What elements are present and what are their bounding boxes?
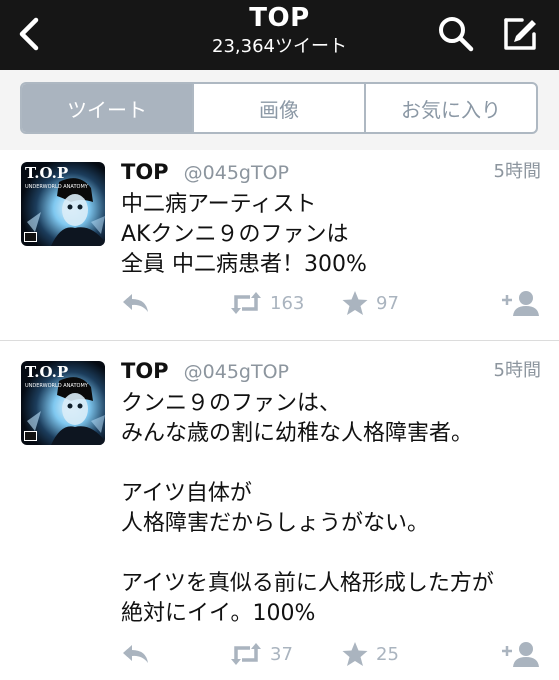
tweet-item[interactable]: T.O.P UNDERWORLD ANATOMY TOP @045gTOP 5時…	[0, 341, 559, 680]
tab-favorites[interactable]: お気に入り	[364, 84, 536, 132]
tweet-text-line: アイツ自体が	[121, 481, 252, 506]
avatar[interactable]: T.O.P UNDERWORLD ANATOMY	[21, 361, 105, 445]
profile-tabs-bar: ツイート 画像 お気に入り	[0, 70, 559, 151]
tweet-author-name[interactable]: TOP	[121, 160, 169, 184]
tweet-body: 中二病アーティスト AKクンニ９のファンは 全員 中二病患者！300%	[121, 190, 543, 280]
tweet-text-line: アイツを真似る前に人格形成した方が	[121, 571, 494, 596]
follow-button[interactable]	[500, 639, 540, 669]
compose-icon	[504, 18, 536, 50]
tweet-actions: 163 97	[0, 288, 559, 318]
tweet-author-handle[interactable]: @045gTOP	[184, 162, 289, 184]
favorite-count: 25	[376, 643, 399, 665]
tweet-author-handle[interactable]: @045gTOP	[184, 361, 289, 383]
reply-icon	[123, 294, 148, 312]
follow-button[interactable]	[500, 288, 540, 318]
top-navigation-bar: TOP 23,364ツイート	[0, 0, 559, 70]
reply-icon	[123, 645, 148, 663]
favorite-button[interactable]: 97	[342, 288, 399, 318]
add-user-icon	[502, 291, 539, 316]
avatar-logo-text: T.O.P	[25, 363, 68, 381]
compose-button[interactable]	[500, 14, 540, 54]
retweet-button[interactable]: 163	[230, 288, 304, 318]
star-icon	[342, 642, 368, 666]
tweet-text-line: 全員 中二病患者！300%	[121, 252, 367, 277]
tab-tweets[interactable]: ツイート	[22, 84, 192, 132]
retweet-icon	[231, 292, 261, 314]
tweet-body: クンニ９のファンは、 みんな歳の割に幼稚な人格障害者。 アイツ自体が 人格障害だ…	[121, 389, 543, 629]
favorite-button[interactable]: 25	[342, 639, 399, 669]
tweet-timestamp: 5時間	[493, 360, 541, 381]
tweet-timestamp: 5時間	[493, 161, 541, 182]
search-icon	[439, 17, 474, 52]
tab-images[interactable]: 画像	[192, 84, 364, 132]
reply-button[interactable]	[120, 639, 150, 669]
album-cover-avatar: T.O.P UNDERWORLD ANATOMY	[21, 162, 105, 246]
tweet-header: TOP @045gTOP 5時間	[121, 357, 541, 385]
avatar-logo-text: T.O.P	[25, 164, 68, 182]
reply-button[interactable]	[120, 288, 150, 318]
star-icon	[342, 291, 368, 315]
retweet-count: 163	[270, 292, 305, 314]
retweet-button[interactable]: 37	[230, 639, 293, 669]
retweet-count: 37	[270, 643, 293, 665]
tweet-text-line: 人格障害だからしょうがない。	[121, 511, 430, 536]
favorite-count: 97	[376, 292, 399, 314]
album-cover-avatar: T.O.P UNDERWORLD ANATOMY	[21, 361, 105, 445]
tweet-text-line: AKクンニ９のファンは	[121, 222, 349, 247]
avatar-caption: UNDERWORLD ANATOMY	[25, 383, 89, 389]
tweet-author-name[interactable]: TOP	[121, 359, 169, 383]
add-user-icon	[502, 642, 539, 667]
tweet-header: TOP @045gTOP 5時間	[121, 158, 541, 186]
search-button[interactable]	[436, 14, 476, 54]
tweet-text-line: クンニ９のファンは、	[121, 391, 342, 416]
tweet-item[interactable]: T.O.P UNDERWORLD ANATOMY TOP @045gTOP 5時…	[0, 150, 559, 341]
avatar-caption: UNDERWORLD ANATOMY	[25, 184, 89, 190]
avatar[interactable]: T.O.P UNDERWORLD ANATOMY	[21, 162, 105, 246]
retweet-icon	[231, 643, 261, 665]
tweet-text-line: みんな歳の割に幼稚な人格障害者。	[121, 421, 474, 446]
tweet-actions: 37 25	[0, 639, 559, 669]
tweet-text-line: 絶対にイイ。100%	[121, 601, 316, 626]
tweet-text-line: 中二病アーティスト	[121, 192, 317, 217]
segmented-control: ツイート 画像 お気に入り	[20, 82, 538, 134]
